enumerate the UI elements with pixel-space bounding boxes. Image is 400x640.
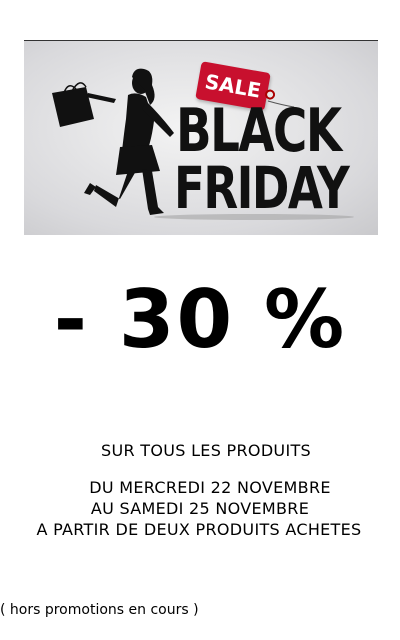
offer-footnote: ( hors promotions en cours ) — [0, 602, 199, 618]
black-friday-title-line2: FRIDAY — [174, 154, 350, 222]
offer-condition: A PARTIR DE DEUX PRODUITS ACHETES — [36, 520, 362, 539]
discount-headline: - 30 % — [53, 273, 347, 366]
offer-date-to: AU SAMEDI 25 NOVEMBRE — [90, 499, 310, 518]
offer-date-from: DU MERCREDI 22 NOVEMBRE — [89, 478, 331, 497]
black-friday-banner: SALE BLACK FRIDAY — [24, 41, 378, 235]
offer-scope: SUR TOUS LES PRODUITS — [101, 441, 311, 460]
black-friday-title-line1: BLACK — [176, 96, 342, 166]
